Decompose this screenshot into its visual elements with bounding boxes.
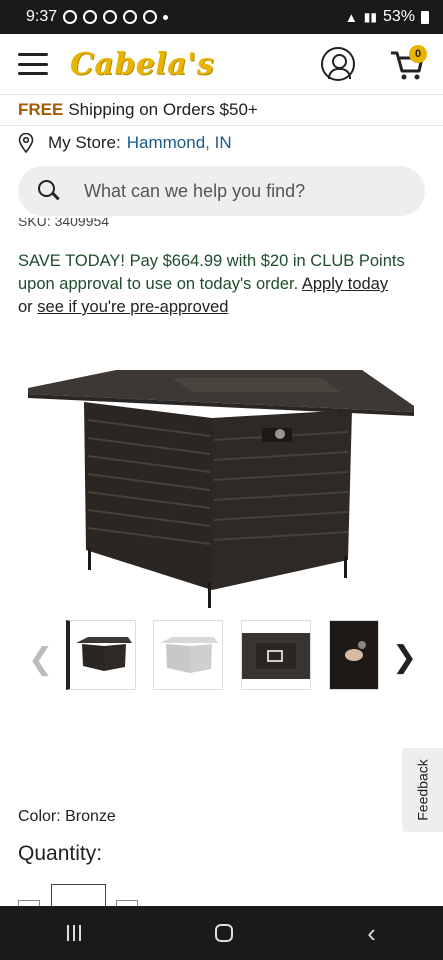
thumbnail-carousel: ❮ ❯	[0, 618, 443, 692]
facebook-icon	[63, 10, 78, 24]
quantity-label: Quantity:	[18, 842, 103, 865]
search-bar[interactable]	[18, 166, 425, 216]
store-label: My Store:	[48, 133, 121, 152]
location-pin-icon	[18, 133, 34, 153]
search-icon	[38, 180, 60, 202]
back-icon[interactable]: ‹	[367, 918, 376, 949]
instagram-icon	[103, 10, 118, 24]
product-image[interactable]	[22, 370, 422, 610]
instagram-icon	[143, 10, 158, 24]
product-sku: SKU: 3409954	[18, 218, 110, 229]
shipping-text: Shipping on Orders $50+	[68, 100, 258, 119]
search-input[interactable]	[84, 180, 384, 202]
status-bar: 9:37 ▲ ▮▮ 53%	[0, 0, 443, 34]
notification-dot-icon	[163, 14, 169, 20]
feedback-tab[interactable]: Feedback	[402, 748, 443, 832]
chevron-left-icon[interactable]: ❮	[28, 642, 53, 677]
system-nav-bar: ‹	[0, 906, 443, 960]
app-icon	[123, 10, 138, 24]
shipping-free-label: FREE	[18, 100, 64, 119]
logo[interactable]: Cabela's	[70, 47, 214, 82]
wifi-icon: ▲	[344, 9, 358, 25]
quantity-input[interactable]	[51, 884, 106, 908]
home-icon[interactable]	[215, 924, 234, 942]
recents-icon[interactable]	[67, 925, 82, 941]
preapproved-link[interactable]: see if you're pre-approved	[37, 298, 228, 316]
thumbnail-4[interactable]	[329, 620, 379, 690]
store-link[interactable]: Hammond, IN	[127, 133, 232, 153]
cart-button[interactable]: 0	[389, 45, 427, 81]
thumbnail-2[interactable]	[153, 620, 223, 690]
promo-or-text: or	[18, 298, 33, 316]
cart-count-badge: 0	[409, 45, 427, 63]
chevron-right-icon[interactable]: ❯	[392, 640, 417, 675]
store-bar: My Store: Hammond, IN	[0, 126, 443, 160]
shipping-banner: FREE Shipping on Orders $50+	[0, 94, 443, 126]
signal-icon: ▮▮	[363, 10, 377, 24]
battery-text: 53%	[382, 8, 415, 25]
site-header: Cabela's 0	[0, 34, 443, 94]
status-time: 9:37	[26, 8, 58, 25]
account-icon[interactable]	[321, 47, 355, 81]
color-label: Color: Bronze	[18, 808, 116, 825]
promo-text-block: SAVE TODAY! Pay $664.99 with $20 in CLUB…	[18, 250, 428, 319]
apply-today-link[interactable]: Apply today	[302, 275, 388, 293]
instagram-icon	[83, 10, 98, 24]
battery-icon	[421, 10, 429, 24]
thumbnail-3[interactable]	[241, 620, 311, 690]
feedback-label: Feedback	[414, 759, 431, 821]
thumbnail-1[interactable]	[66, 620, 136, 690]
menu-icon[interactable]	[18, 53, 48, 75]
